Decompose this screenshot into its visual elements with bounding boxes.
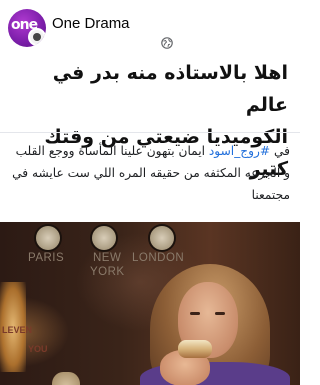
sandwich-illustration	[178, 340, 212, 358]
left-hand	[52, 372, 80, 385]
hashtag-link[interactable]: #روج_اسود	[209, 144, 270, 158]
clock-label-paris: PARIS	[28, 252, 65, 264]
body-prefix: في	[270, 144, 290, 158]
sign-text-2: YOU	[28, 344, 48, 354]
clock-icon	[92, 226, 116, 250]
page-name-link[interactable]: One Drama	[52, 15, 130, 32]
clock-icon	[150, 226, 174, 250]
clock-label-london: LONDON	[132, 252, 185, 264]
sign-text-1: LEVEN	[2, 325, 33, 335]
headline-line-1: اهلا بالاستاذه منه بدر في عالم	[52, 62, 288, 116]
clock-icon	[36, 226, 60, 250]
post-image[interactable]: PARIS NEW YORK LONDON LEVEN YOU	[0, 222, 300, 385]
post-header: one One Drama	[0, 0, 300, 62]
clock-label-new: NEW	[93, 252, 122, 264]
content-divider	[0, 132, 300, 133]
clock-label-york: YORK	[90, 266, 125, 278]
woman-eye	[190, 312, 200, 315]
page-avatar[interactable]: one	[8, 9, 46, 47]
avatar-camera-icon	[28, 28, 46, 46]
woman-eye	[215, 312, 225, 315]
globe-icon	[161, 37, 173, 49]
post-body-text: في #روج_اسود ايمان بتهون علينا المأساة و…	[8, 140, 290, 206]
facebook-post: one One Drama اهلا بالاستاذه منه بدر في …	[0, 0, 300, 385]
